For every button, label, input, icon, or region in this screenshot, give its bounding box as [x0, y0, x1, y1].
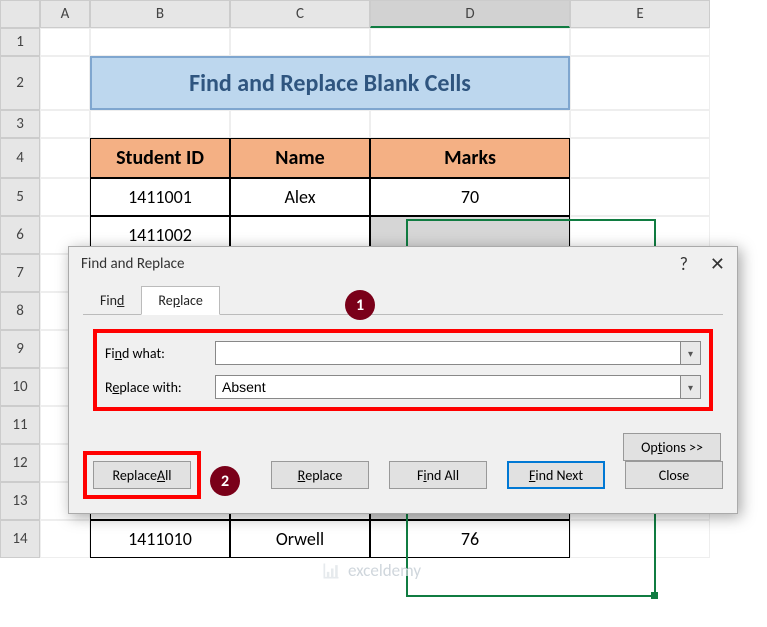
selection-handle[interactable]	[651, 592, 658, 599]
help-icon[interactable]: ?	[680, 253, 688, 275]
cell[interactable]	[40, 178, 90, 216]
row-header-12[interactable]: 12	[0, 444, 40, 482]
callout-inputs: Find what: ▾ Replace with: ▾	[93, 329, 713, 411]
cell[interactable]	[570, 28, 710, 56]
find-all-button[interactable]: Find All	[389, 461, 487, 489]
cell[interactable]	[570, 56, 710, 110]
select-all-corner[interactable]	[0, 0, 40, 28]
cell[interactable]	[570, 520, 710, 558]
cell[interactable]	[230, 28, 370, 56]
cell[interactable]	[230, 110, 370, 138]
cell[interactable]	[40, 520, 90, 558]
watermark: exceldemy	[320, 560, 421, 581]
callout-replace-all: Replace All	[83, 451, 201, 499]
callout-badge-1: 1	[345, 290, 375, 320]
replace-with-dropdown[interactable]: ▾	[681, 375, 701, 399]
table-cell-marks[interactable]: 76	[370, 520, 570, 558]
row-header-11[interactable]: 11	[0, 406, 40, 444]
cell[interactable]	[90, 110, 230, 138]
cell[interactable]	[40, 138, 90, 178]
find-what-dropdown[interactable]: ▾	[681, 341, 701, 365]
cell[interactable]	[570, 138, 710, 178]
find-what-label: Find what:	[105, 345, 215, 362]
cell[interactable]	[370, 110, 570, 138]
table-cell-name[interactable]: Orwell	[230, 520, 370, 558]
replace-with-label: Replace with:	[105, 379, 215, 396]
col-header-C[interactable]: C	[230, 0, 370, 28]
find-next-button[interactable]: Find Next	[507, 461, 605, 489]
row-header-5[interactable]: 5	[0, 178, 40, 216]
table-cell-marks[interactable]: 70	[370, 178, 570, 216]
col-header-B[interactable]: B	[90, 0, 230, 28]
cell[interactable]	[40, 28, 90, 56]
row-header-10[interactable]: 10	[0, 368, 40, 406]
cell[interactable]	[570, 178, 710, 216]
chevron-down-icon: ▾	[688, 381, 693, 394]
dialog-tabs: Find Replace	[83, 285, 737, 314]
row-header-7[interactable]: 7	[0, 254, 40, 292]
row-header-3[interactable]: 3	[0, 110, 40, 138]
table-header-name: Name	[230, 138, 370, 178]
table-header-marks: Marks	[370, 138, 570, 178]
row-header-1[interactable]: 1	[0, 28, 40, 56]
close-button[interactable]: Close	[625, 461, 723, 489]
col-header-E[interactable]: E	[570, 0, 710, 28]
callout-badge-2: 2	[210, 466, 240, 496]
row-header-8[interactable]: 8	[0, 292, 40, 330]
table-header-id: Student ID	[90, 138, 230, 178]
row-header-6[interactable]: 6	[0, 216, 40, 254]
cell[interactable]	[370, 28, 570, 56]
row-header-2[interactable]: 2	[0, 56, 40, 110]
row-header-14[interactable]: 14	[0, 520, 40, 558]
table-cell-name[interactable]: Alex	[230, 178, 370, 216]
dialog-title: Find and Replace	[81, 255, 184, 273]
cell[interactable]	[570, 110, 710, 138]
table-cell-id[interactable]: 1411010	[90, 520, 230, 558]
tab-find[interactable]: Find	[83, 286, 141, 315]
find-what-input[interactable]	[215, 341, 681, 365]
chevron-down-icon: ▾	[688, 347, 693, 360]
cell[interactable]	[40, 110, 90, 138]
table-cell-id[interactable]: 1411001	[90, 178, 230, 216]
chart-icon	[320, 561, 342, 581]
col-header-D[interactable]: D	[370, 0, 570, 28]
cell[interactable]	[40, 56, 90, 110]
col-header-A[interactable]: A	[40, 0, 90, 28]
close-icon[interactable]: ✕	[710, 253, 725, 275]
page-title: Find and Replace Blank Cells	[90, 56, 570, 110]
replace-with-input[interactable]	[215, 375, 681, 399]
replace-all-button[interactable]: Replace All	[93, 461, 191, 489]
tab-replace[interactable]: Replace	[141, 286, 220, 315]
row-header-9[interactable]: 9	[0, 330, 40, 368]
find-replace-dialog: Find and Replace ? ✕ Find Replace Find w…	[68, 246, 738, 514]
cell[interactable]	[90, 28, 230, 56]
replace-button[interactable]: Replace	[271, 461, 369, 489]
row-header-13[interactable]: 13	[0, 482, 40, 520]
row-header-4[interactable]: 4	[0, 138, 40, 178]
